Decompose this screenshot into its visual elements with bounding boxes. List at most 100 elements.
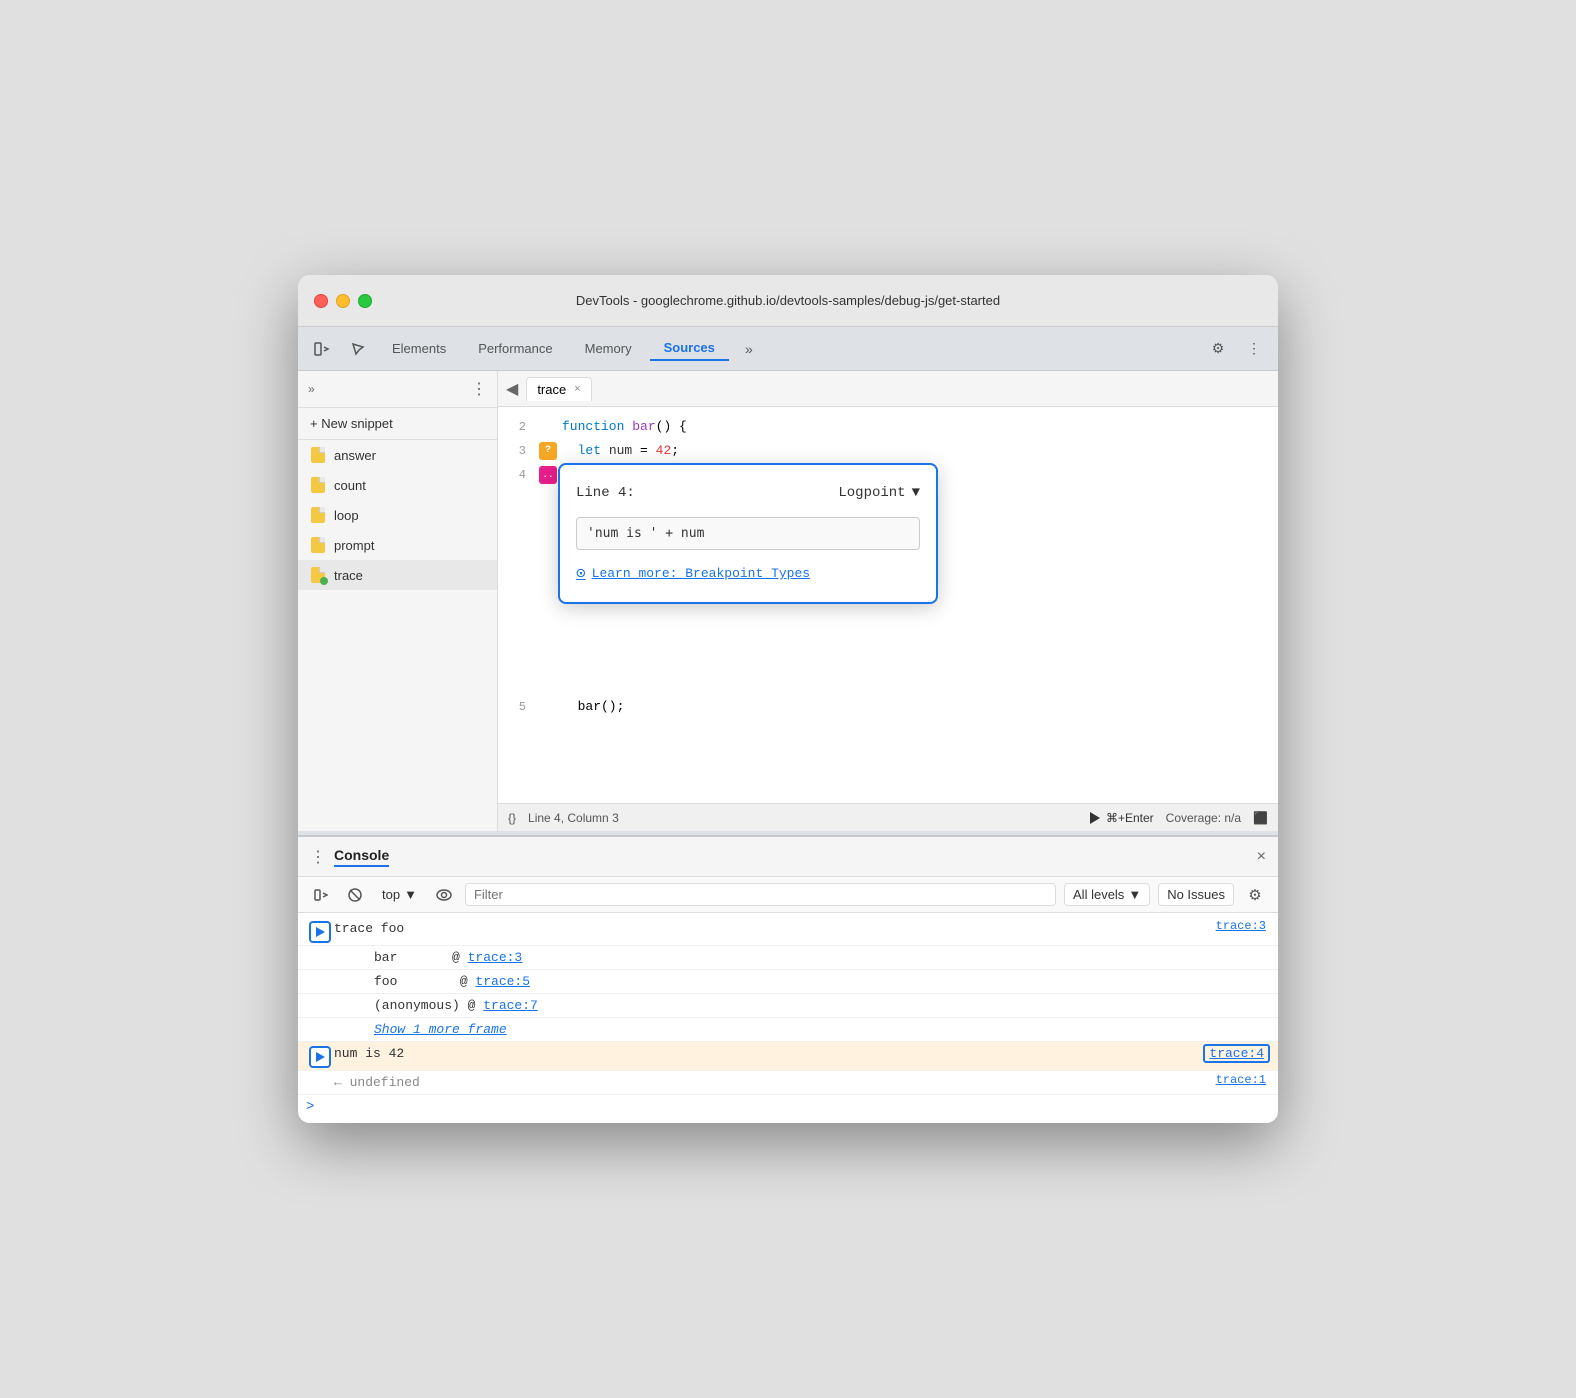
logpoint-input[interactable]	[576, 517, 920, 550]
format-button[interactable]: {}	[508, 811, 516, 825]
snippet-list: answer count loop	[298, 440, 497, 831]
tab-sources[interactable]: Sources	[650, 336, 729, 361]
back-forward-icon[interactable]	[306, 333, 338, 365]
console-dots-icon[interactable]: ⋮	[310, 847, 326, 867]
eye-button[interactable]	[431, 882, 457, 908]
new-snippet-button[interactable]: + New snippet	[298, 408, 497, 440]
console-area: ⋮ Console × top ▼	[298, 835, 1278, 1123]
logpoint-icon-box-6	[309, 1046, 331, 1068]
logpoint-line-label: Line 4:	[576, 481, 635, 505]
line-num-4: 4	[498, 463, 538, 487]
logpoint-dropdown-icon: ▼	[912, 481, 920, 505]
more-options-icon[interactable]: ⋮	[1238, 333, 1270, 365]
execute-button[interactable]	[308, 882, 334, 908]
logpoint-icon-box-1	[309, 921, 331, 943]
close-button[interactable]	[314, 294, 328, 308]
filter-input[interactable]	[465, 883, 1056, 906]
console-icon-7	[306, 1073, 334, 1075]
learn-more-link[interactable]: ⊙ Learn more: Breakpoint Types	[576, 562, 920, 586]
anonymous-link[interactable]: trace:7	[483, 998, 538, 1013]
editor-back-icon[interactable]: ◀	[506, 379, 518, 399]
run-shortcut: ⌘+Enter	[1106, 811, 1154, 825]
console-source-trace4[interactable]: trace:4	[1203, 1044, 1270, 1063]
sidebar-dots-icon[interactable]: ⋮	[471, 379, 487, 399]
maximize-button[interactable]	[358, 294, 372, 308]
line-num-3: 3	[498, 439, 538, 463]
line-num-5: 5	[498, 695, 538, 719]
console-msg-more-frame: Show 1 more frame	[334, 1020, 1278, 1039]
console-gear-icon: ⚙	[1248, 886, 1261, 904]
snippet-item-trace[interactable]: trace	[298, 560, 497, 590]
no-issues-button[interactable]: No Issues	[1158, 883, 1234, 906]
console-row-foo: foo @ trace:5	[298, 970, 1278, 994]
run-triangle-icon	[1090, 812, 1100, 824]
console-row-num-42: num is 42 trace:4	[298, 1042, 1278, 1071]
snippet-item-loop[interactable]: loop	[298, 500, 497, 530]
editor-tab-trace[interactable]: trace ×	[526, 377, 591, 401]
console-source-trace1[interactable]: trace:1	[1216, 1073, 1278, 1087]
no-issues-label: No Issues	[1167, 887, 1225, 902]
file-icon-answer	[310, 447, 326, 463]
traffic-lights	[314, 294, 372, 308]
clear-button[interactable]	[342, 882, 368, 908]
code-line-5: 5 bar();	[498, 695, 1278, 719]
console-icon-2	[306, 948, 334, 950]
line-gutter-3: ?	[538, 442, 558, 460]
show-more-frame-link[interactable]: Show 1 more frame	[374, 1022, 507, 1037]
new-snippet-label: + New snippet	[310, 416, 393, 431]
console-msg-foo: foo @ trace:5	[334, 972, 1278, 991]
breakpoint-badge-3[interactable]: ?	[539, 442, 557, 460]
snippet-label-trace: trace	[334, 568, 363, 583]
logpoint-type-dropdown[interactable]: Logpoint ▼	[838, 481, 920, 505]
file-icon-trace	[310, 567, 326, 583]
editor-tab-close-icon[interactable]: ×	[574, 383, 580, 395]
inspect-icon[interactable]	[342, 333, 374, 365]
snippet-item-prompt[interactable]: prompt	[298, 530, 497, 560]
main-area: » ⋮ + New snippet answer count	[298, 371, 1278, 831]
settings-icon[interactable]: ⚙	[1202, 333, 1234, 365]
devtools-window: DevTools - googlechrome.github.io/devtoo…	[298, 275, 1278, 1123]
console-msg-undefined: ← undefined	[334, 1073, 1216, 1092]
tab-elements[interactable]: Elements	[378, 337, 460, 360]
snippet-label-count: count	[334, 478, 366, 493]
run-button[interactable]: ⌘+Enter	[1090, 811, 1154, 825]
console-icon-5	[306, 1020, 334, 1022]
snippet-item-answer[interactable]: answer	[298, 440, 497, 470]
sidebar-expand[interactable]: »	[308, 382, 315, 396]
console-title: Console	[334, 847, 389, 867]
image-icon[interactable]: ⬛	[1253, 811, 1268, 825]
console-close-button[interactable]: ×	[1257, 848, 1266, 866]
console-header: ⋮ Console ×	[298, 837, 1278, 877]
snippet-label-answer: answer	[334, 448, 376, 463]
console-input-row: >	[298, 1095, 1278, 1119]
bar-link[interactable]: trace:3	[468, 950, 523, 965]
console-prompt-icon[interactable]: >	[306, 1099, 314, 1115]
logpoint-arrow-1	[316, 927, 325, 937]
snippet-item-count[interactable]: count	[298, 470, 497, 500]
tab-memory[interactable]: Memory	[571, 337, 646, 360]
logpoint-popup: Line 4: Logpoint ▼ ⊙ Learn more: Breakpo…	[558, 463, 938, 604]
logpoint-icon-6	[306, 1044, 334, 1068]
console-settings-icon[interactable]: ⚙	[1242, 882, 1268, 908]
sidebar-header: » ⋮	[298, 371, 497, 408]
logpoint-header: Line 4: Logpoint ▼	[576, 481, 920, 505]
logpoint-type-label: Logpoint	[838, 481, 905, 505]
console-source-trace3-1[interactable]: trace:3	[1216, 919, 1278, 933]
context-selector[interactable]: top ▼	[376, 885, 423, 904]
learn-more-text: Learn more: Breakpoint Types	[592, 562, 810, 586]
minimize-button[interactable]	[336, 294, 350, 308]
levels-dropdown-icon: ▼	[1128, 887, 1141, 902]
line-code-5: bar();	[558, 695, 1278, 719]
console-input[interactable]	[322, 1100, 1270, 1115]
line-code-3: let num = 42;	[558, 439, 1278, 463]
file-icon-loop	[310, 507, 326, 523]
editor-tabs-row: ◀ trace ×	[498, 371, 1278, 407]
levels-dropdown[interactable]: All levels ▼	[1064, 883, 1150, 906]
foo-link[interactable]: trace:5	[475, 974, 530, 989]
sidebar: » ⋮ + New snippet answer count	[298, 371, 498, 831]
tab-performance[interactable]: Performance	[464, 337, 566, 360]
breakpoint-badge-4[interactable]: ..	[539, 466, 557, 484]
more-tabs-icon[interactable]: »	[733, 333, 765, 365]
console-msg-anonymous: (anonymous) @ trace:7	[334, 996, 1278, 1015]
editor-area: ◀ trace × 2 function bar() {	[498, 371, 1278, 831]
